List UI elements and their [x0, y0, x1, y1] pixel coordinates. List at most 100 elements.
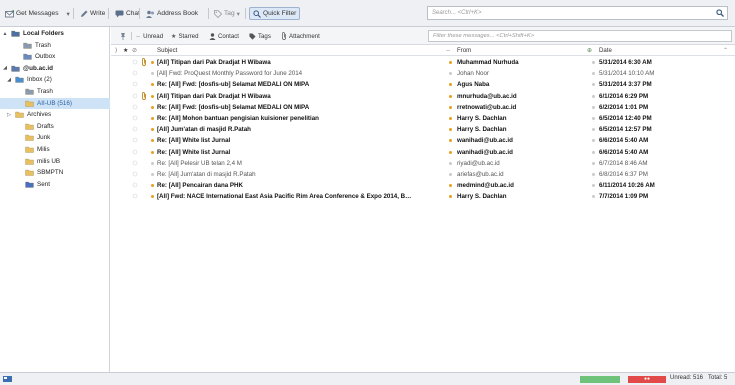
- tags-filter-button[interactable]: Tags: [249, 31, 271, 41]
- junk-status-icon[interactable]: [592, 150, 595, 154]
- star-toggle-icon[interactable]: [132, 193, 138, 199]
- folder-item[interactable]: Drafts: [0, 121, 110, 132]
- message-row[interactable]: Re: [All] Jum'atan di masjid R.Patah arie…: [111, 169, 735, 180]
- read-status-icon[interactable]: [449, 184, 452, 188]
- read-status-icon[interactable]: [151, 150, 154, 154]
- read-status-icon[interactable]: [449, 173, 452, 176]
- message-row[interactable]: [All] Fwd: ProQuest Monthly Password for…: [111, 68, 735, 79]
- read-status-icon[interactable]: [449, 117, 452, 120]
- junk-status-icon[interactable]: [592, 94, 595, 98]
- folder-item[interactable]: Junk: [0, 132, 110, 143]
- star-toggle-icon[interactable]: [132, 171, 138, 177]
- read-status-icon[interactable]: [151, 117, 154, 120]
- star-toggle-icon[interactable]: [132, 137, 138, 143]
- message-row[interactable]: Re: [All] White list Jurnal wanihadi@ub.a…: [111, 147, 735, 158]
- address-book-button[interactable]: Address Book: [143, 7, 201, 20]
- message-row[interactable]: Re: [All] Pelesir UB telan 2,4 M riyadi@u…: [111, 158, 735, 169]
- starred-column-icon[interactable]: ★: [123, 47, 128, 54]
- message-row[interactable]: [All] Jum'atan di masjid R.Patah Harry S.…: [111, 124, 735, 135]
- message-row[interactable]: Re: [All] White list Jurnal wanihadi@ub.a…: [111, 135, 735, 146]
- thread-column-icon[interactable]: ⟩: [115, 47, 117, 54]
- star-toggle-icon[interactable]: [132, 126, 138, 132]
- read-status-icon[interactable]: [449, 139, 452, 143]
- write-button[interactable]: Write: [77, 7, 108, 20]
- folder-item[interactable]: AII-UB (516): [0, 97, 110, 109]
- column-picker-icon[interactable]: ⌃: [723, 47, 728, 54]
- sticky-filter-button[interactable]: [119, 31, 127, 41]
- from-column-header[interactable]: From: [457, 47, 471, 54]
- read-status-column-icon[interactable]: ⇔: [445, 47, 451, 54]
- junk-status-icon[interactable]: [592, 72, 595, 76]
- attachment-filter-button[interactable]: Attachment: [281, 31, 320, 41]
- read-status-icon[interactable]: [151, 173, 154, 176]
- read-status-icon[interactable]: [449, 72, 452, 76]
- search-icon[interactable]: [716, 9, 724, 17]
- folder-item[interactable]: milis UB: [0, 156, 110, 167]
- folder-item[interactable]: Milis: [0, 144, 110, 155]
- message-row[interactable]: [All] Fwd: NACE International East Asia …: [111, 191, 735, 202]
- junk-status-icon[interactable]: [592, 83, 595, 87]
- unread-filter-button[interactable]: ⇔ Unread: [135, 31, 163, 41]
- junk-status-icon[interactable]: [592, 105, 595, 109]
- message-row[interactable]: Re: [All] Fwd: [dosfis-ub] Selamat MEDAL…: [111, 79, 735, 90]
- filter-messages-input[interactable]: Filter these messages... <Ctrl+Shift+K>: [428, 30, 732, 42]
- read-status-icon[interactable]: [449, 105, 452, 109]
- read-status-icon[interactable]: [449, 161, 452, 165]
- star-toggle-icon[interactable]: [132, 81, 138, 87]
- folder-item[interactable]: Sent: [0, 179, 110, 190]
- read-status-icon[interactable]: [151, 128, 154, 132]
- read-status-icon[interactable]: [449, 128, 452, 132]
- read-status-icon[interactable]: [151, 94, 154, 98]
- read-status-icon[interactable]: [151, 61, 154, 64]
- folder-item[interactable]: Trash: [0, 40, 110, 51]
- read-status-icon[interactable]: [449, 94, 452, 98]
- read-status-icon[interactable]: [449, 150, 452, 154]
- read-status-icon[interactable]: [151, 195, 154, 199]
- star-toggle-icon[interactable]: [132, 59, 138, 65]
- date-column-header[interactable]: Date: [599, 47, 612, 54]
- folder-item[interactable]: Outbox: [0, 51, 110, 62]
- starred-filter-button[interactable]: ★ Starred: [171, 31, 198, 41]
- quick-filter-button[interactable]: Quick Filter: [249, 7, 301, 20]
- folder-item[interactable]: Trash: [0, 86, 110, 97]
- junk-status-icon[interactable]: [592, 128, 595, 132]
- message-row[interactable]: Re: [All] Fwd: [dosfis-ub] Selamat MEDAL…: [111, 102, 735, 113]
- contact-filter-button[interactable]: Contact: [209, 31, 239, 41]
- star-toggle-icon[interactable]: [132, 70, 138, 76]
- junk-status-icon[interactable]: [592, 195, 595, 199]
- dropdown-arrow-icon[interactable]: ▾: [67, 10, 70, 18]
- read-status-icon[interactable]: [151, 184, 154, 188]
- folder-item[interactable]: ▲ Local Folders: [0, 28, 110, 39]
- star-toggle-icon[interactable]: [132, 182, 138, 188]
- activity-icon[interactable]: [3, 375, 12, 383]
- read-status-icon[interactable]: [449, 61, 452, 64]
- twisty-icon[interactable]: ▲: [2, 31, 8, 37]
- global-search-input[interactable]: Search... <Ctrl+K>: [427, 6, 728, 20]
- twisty-icon[interactable]: ◢: [2, 65, 8, 71]
- star-toggle-icon[interactable]: [132, 160, 138, 166]
- get-messages-button[interactable]: Get Messages ▾: [2, 7, 73, 20]
- folder-item[interactable]: SBMPTN: [0, 167, 110, 178]
- star-toggle-icon[interactable]: [132, 93, 138, 99]
- folder-item[interactable]: ◢ Inbox (2): [0, 74, 110, 85]
- read-status-icon[interactable]: [449, 83, 452, 87]
- junk-status-icon[interactable]: [592, 139, 595, 143]
- attachment-column-icon[interactable]: ⊘: [132, 47, 137, 54]
- twisty-icon[interactable]: ▷: [6, 112, 12, 118]
- read-status-icon[interactable]: [151, 72, 154, 76]
- junk-status-icon[interactable]: [592, 61, 595, 64]
- folder-item[interactable]: ▷ Archives: [0, 109, 110, 120]
- junk-status-icon[interactable]: [592, 161, 595, 165]
- folder-item[interactable]: ◢ @ub.ac.id: [0, 63, 110, 74]
- junk-status-icon[interactable]: [592, 184, 595, 188]
- read-status-icon[interactable]: [449, 195, 452, 199]
- junk-status-icon[interactable]: [592, 173, 595, 176]
- star-toggle-icon[interactable]: [132, 115, 138, 121]
- message-row[interactable]: Re: [All] Mohon bantuan pengisian kuisio…: [111, 113, 735, 124]
- message-row[interactable]: [All] Titipan dari Pak Dradjat H Wibawa m…: [111, 91, 735, 102]
- twisty-icon[interactable]: ◢: [6, 77, 12, 83]
- junk-status-icon[interactable]: [592, 117, 595, 120]
- read-status-icon[interactable]: [151, 105, 154, 109]
- star-toggle-icon[interactable]: [132, 104, 138, 110]
- read-status-icon[interactable]: [151, 83, 154, 87]
